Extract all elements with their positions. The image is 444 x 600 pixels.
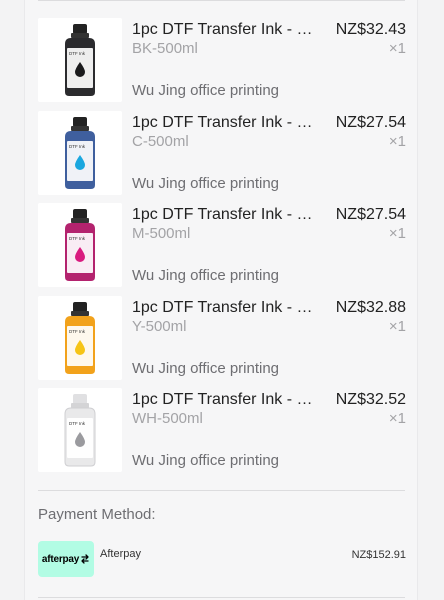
product-variant: Y-500ml bbox=[132, 318, 187, 335]
order-item[interactable]: DTF Ink 1pc DTF Transfer Ink - 50... Y-5… bbox=[38, 296, 408, 388]
product-title[interactable]: 1pc DTF Transfer Ink - 50... bbox=[132, 298, 317, 318]
product-variant: C-500ml bbox=[132, 133, 189, 150]
product-quantity: ×1 bbox=[388, 40, 406, 57]
product-thumbnail[interactable]: DTF Ink bbox=[38, 111, 122, 195]
order-item[interactable]: DTF Ink 1pc DTF Transfer Ink - 50... WH-… bbox=[38, 388, 408, 480]
product-title[interactable]: 1pc DTF Transfer Ink - 50... bbox=[132, 205, 317, 225]
ink-bottle-icon: DTF Ink bbox=[38, 296, 122, 380]
order-item[interactable]: DTF Ink 1pc DTF Transfer Ink - 50... M-5… bbox=[38, 203, 408, 295]
order-item[interactable]: DTF Ink 1pc DTF Transfer Ink - 50... BK-… bbox=[38, 18, 408, 110]
product-price: NZ$32.43 bbox=[335, 21, 406, 38]
afterpay-logo-text: afterpay bbox=[41, 553, 80, 565]
svg-text:DTF Ink: DTF Ink bbox=[69, 329, 86, 334]
payment-method-name: Afterpay bbox=[100, 548, 141, 560]
product-thumbnail[interactable]: DTF Ink bbox=[38, 296, 122, 380]
product-quantity: ×1 bbox=[388, 410, 406, 427]
afterpay-arrows-icon bbox=[81, 554, 89, 564]
payment-total: NZ$152.91 bbox=[351, 549, 406, 561]
product-quantity: ×1 bbox=[388, 133, 406, 150]
product-thumbnail[interactable]: DTF Ink bbox=[38, 388, 122, 472]
order-summary-page: DTF Ink 1pc DTF Transfer Ink - 50... BK-… bbox=[0, 0, 444, 600]
seller-name[interactable]: Wu Jing office printing bbox=[132, 360, 279, 378]
product-thumbnail[interactable]: DTF Ink bbox=[38, 18, 122, 102]
product-variant: BK-500ml bbox=[132, 40, 198, 57]
product-price: NZ$32.88 bbox=[335, 299, 406, 316]
product-title[interactable]: 1pc DTF Transfer Ink - 50... bbox=[132, 20, 317, 40]
svg-text:DTF Ink: DTF Ink bbox=[69, 51, 86, 56]
ink-bottle-icon: DTF Ink bbox=[38, 111, 122, 195]
payment-method-label: Payment Method: bbox=[38, 506, 156, 523]
svg-text:DTF Ink: DTF Ink bbox=[69, 421, 86, 426]
product-thumbnail[interactable]: DTF Ink bbox=[38, 203, 122, 287]
ink-bottle-icon: DTF Ink bbox=[38, 18, 122, 102]
seller-name[interactable]: Wu Jing office printing bbox=[132, 175, 279, 193]
svg-text:DTF Ink: DTF Ink bbox=[69, 236, 86, 241]
product-title[interactable]: 1pc DTF Transfer Ink - 50... bbox=[132, 113, 317, 133]
seller-name[interactable]: Wu Jing office printing bbox=[132, 267, 279, 285]
product-title[interactable]: 1pc DTF Transfer Ink - 50... bbox=[132, 390, 317, 410]
divider bbox=[38, 597, 405, 598]
product-price: NZ$27.54 bbox=[335, 206, 406, 223]
product-quantity: ×1 bbox=[388, 318, 406, 335]
product-price: NZ$32.52 bbox=[335, 391, 406, 408]
product-price: NZ$27.54 bbox=[335, 114, 406, 131]
product-quantity: ×1 bbox=[388, 225, 406, 242]
divider bbox=[38, 490, 405, 491]
svg-text:DTF Ink: DTF Ink bbox=[69, 144, 86, 149]
product-variant: WH-500ml bbox=[132, 410, 203, 427]
product-variant: M-500ml bbox=[132, 225, 191, 242]
seller-name[interactable]: Wu Jing office printing bbox=[132, 452, 279, 470]
ink-bottle-icon: DTF Ink bbox=[38, 388, 122, 472]
order-item[interactable]: DTF Ink 1pc DTF Transfer Ink - 50... C-5… bbox=[38, 111, 408, 203]
seller-name[interactable]: Wu Jing office printing bbox=[132, 82, 279, 100]
ink-bottle-icon: DTF Ink bbox=[38, 203, 122, 287]
afterpay-logo: afterpay bbox=[38, 541, 94, 577]
divider bbox=[38, 0, 405, 1]
